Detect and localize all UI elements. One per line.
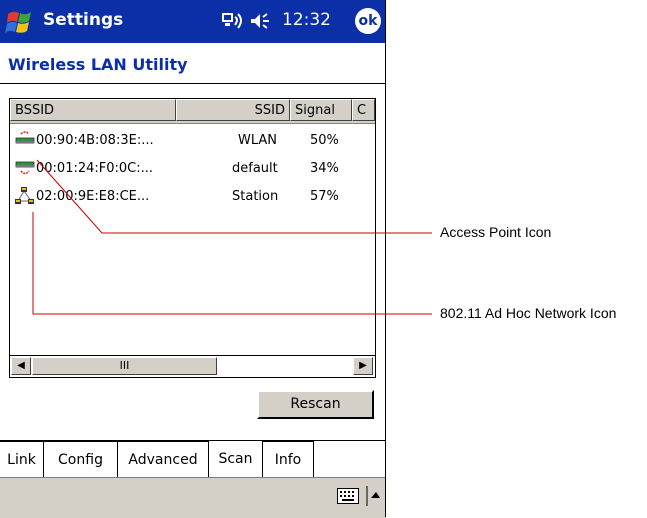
ok-button[interactable]: ok xyxy=(355,8,381,34)
pocketpc-screen: Settings 12:32 ok Wireless LAN Utility B… xyxy=(0,0,386,518)
column-header-bssid[interactable]: BSSID xyxy=(10,99,176,121)
clock[interactable]: 12:32 xyxy=(282,10,331,30)
menu-bar xyxy=(0,477,386,518)
tab-bar: Link Config Advanced Scan Info xyxy=(0,440,386,478)
list-item[interactable]: 00:01:24:F0:0C:... default 34% xyxy=(10,157,370,179)
scroll-right-button[interactable]: ▶ xyxy=(353,357,373,375)
ssid-cell: WLAN xyxy=(238,133,278,148)
screen-edge xyxy=(385,0,386,517)
windows-start-icon[interactable] xyxy=(4,6,36,38)
bssid-cell: 00:90:4B:08:3E:... xyxy=(36,133,154,148)
divider xyxy=(0,83,386,84)
input-panel-arrow-icon[interactable] xyxy=(366,486,380,506)
ssid-cell: default xyxy=(232,161,278,176)
column-header-signal[interactable]: Signal xyxy=(290,99,352,121)
app-title: Settings xyxy=(43,10,124,30)
tab-scan[interactable]: Scan xyxy=(209,441,263,477)
volume-icon[interactable] xyxy=(249,12,271,30)
list-item[interactable]: 00:90:4B:08:3E:... WLAN 50% xyxy=(10,129,370,151)
keyboard-icon[interactable] xyxy=(337,488,359,504)
rescan-button[interactable]: Rescan xyxy=(257,390,374,419)
bssid-cell: 02:00:9E:E8:CE... xyxy=(36,189,150,204)
network-list[interactable]: BSSID SSID Signal C 00:90:4B:08:3E:... W… xyxy=(9,98,376,378)
tab-info[interactable]: Info xyxy=(263,441,314,477)
list-item[interactable]: 02:00:9E:E8:CE... Station 57% xyxy=(10,185,370,207)
connectivity-icon[interactable] xyxy=(221,11,245,31)
scrollbar-thumb[interactable]: III xyxy=(32,357,217,375)
column-header-channel[interactable]: C xyxy=(352,99,375,121)
access-point-icon xyxy=(15,131,35,144)
page-title: Wireless LAN Utility xyxy=(8,55,188,74)
adhoc-callout-label: 802.11 Ad Hoc Network Icon xyxy=(440,305,617,321)
signal-cell: 34% xyxy=(310,161,339,176)
bssid-cell: 00:01:24:F0:0C:... xyxy=(36,161,154,176)
tab-advanced[interactable]: Advanced xyxy=(118,441,209,477)
scroll-left-button[interactable]: ◀ xyxy=(11,357,31,375)
tab-link[interactable]: Link xyxy=(0,441,44,477)
access-point-icon xyxy=(15,161,35,175)
access-point-callout-label: Access Point Icon xyxy=(440,224,552,240)
tab-config[interactable]: Config xyxy=(44,441,118,477)
signal-cell: 50% xyxy=(310,133,339,148)
column-header-ssid[interactable]: SSID xyxy=(176,99,290,121)
ssid-cell: Station xyxy=(232,189,279,204)
title-bar: Settings 12:32 ok xyxy=(0,0,386,43)
signal-cell: 57% xyxy=(310,189,339,204)
adhoc-network-icon xyxy=(15,187,34,204)
horizontal-scrollbar[interactable]: ◀ III ▶ xyxy=(10,355,375,377)
list-header: BSSID SSID Signal C xyxy=(10,99,375,124)
